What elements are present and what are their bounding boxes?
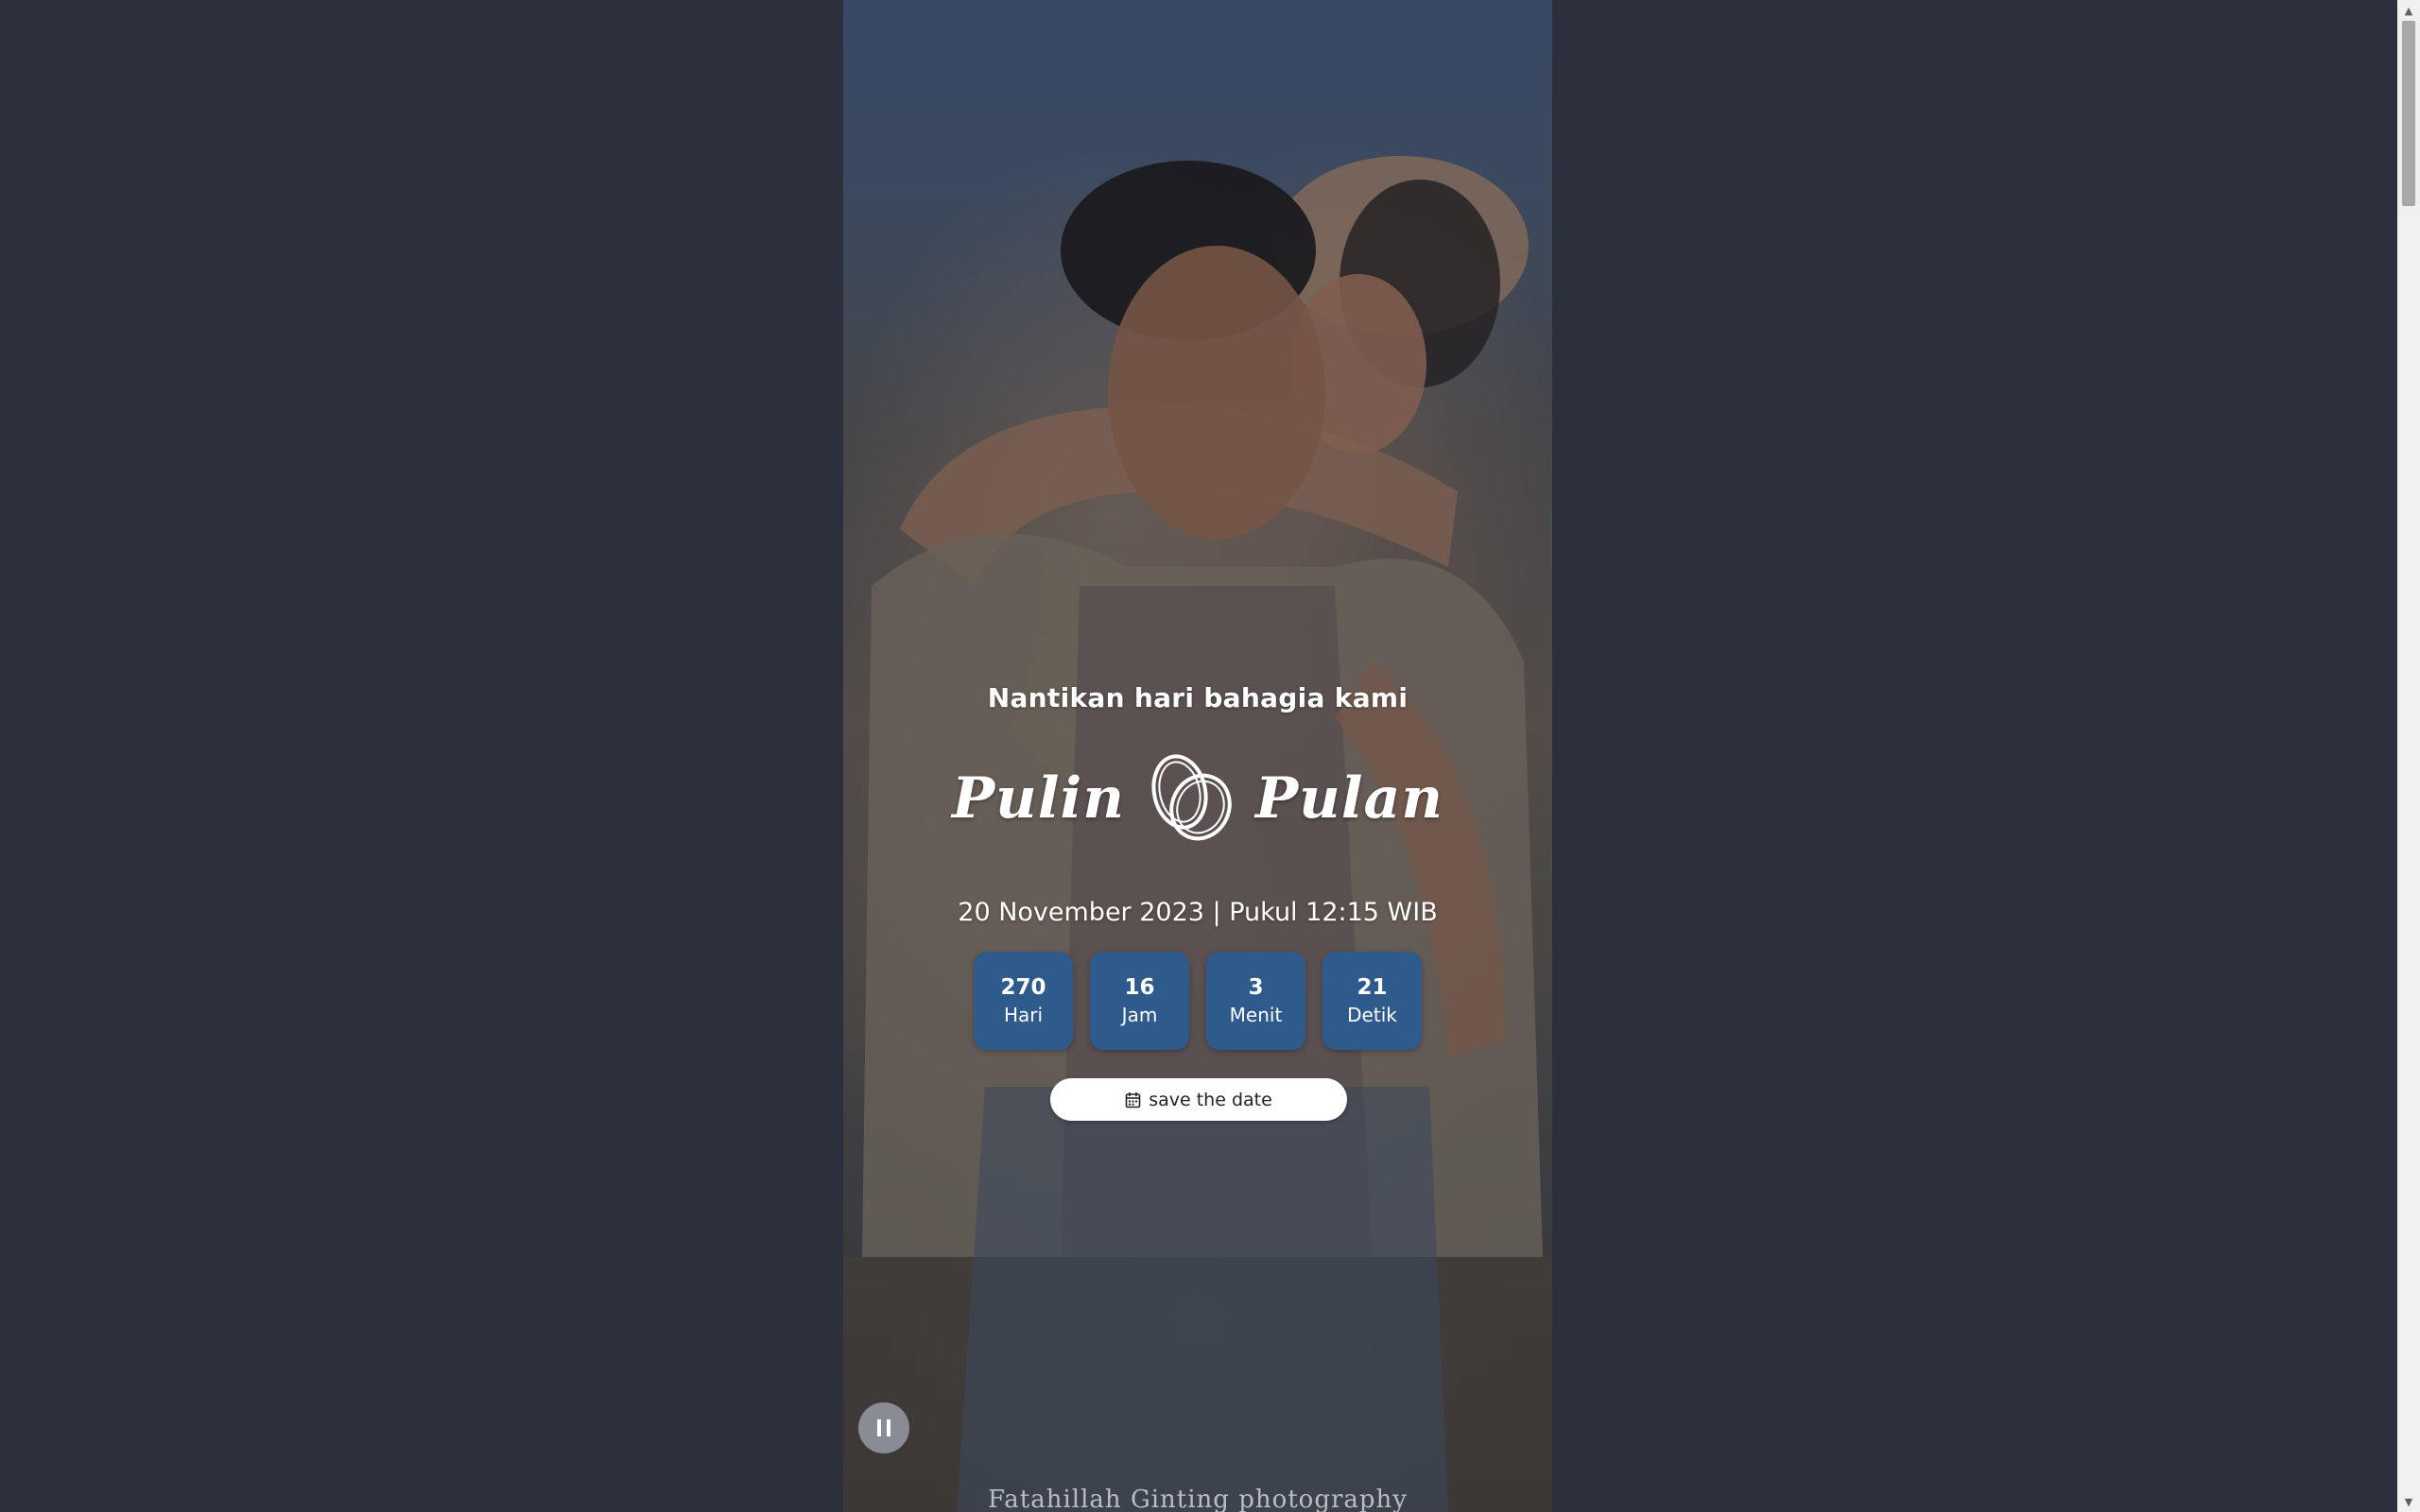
countdown-label: Menit: [1229, 1004, 1283, 1026]
countdown-value: 21: [1357, 975, 1388, 1000]
countdown-value: 3: [1248, 975, 1264, 1000]
tagline: Nantikan hari bahagia kami: [987, 682, 1409, 713]
countdown-value: 270: [1000, 975, 1046, 1000]
countdown-seconds: 21 Detik: [1322, 952, 1422, 1050]
countdown-minutes: 3 Menit: [1206, 952, 1305, 1050]
countdown-hours: 16 Jam: [1090, 952, 1189, 1050]
scrollbar-thumb[interactable]: [2402, 21, 2415, 206]
countdown-label: Jam: [1121, 1004, 1158, 1026]
save-the-date-button[interactable]: save the date: [1050, 1078, 1347, 1121]
save-button-label: save the date: [1149, 1089, 1272, 1110]
invitation-cover: Nantikan hari bahagia kami Pulin Pulan 2…: [843, 0, 1552, 1512]
countdown-days: 270 Hari: [974, 952, 1073, 1050]
countdown: 270 Hari 16 Jam 3 Menit 21 Detik: [843, 952, 1552, 1050]
countdown-value: 16: [1124, 975, 1155, 1000]
couple-names: Pulin Pulan: [843, 747, 1552, 850]
countdown-label: Detik: [1347, 1004, 1397, 1026]
photo-watermark: Fatahillah Ginting photography: [988, 1486, 1408, 1512]
countdown-label: Hari: [1003, 1004, 1044, 1026]
event-date: 20 November 2023 | Pukul 12:15 WIB: [958, 898, 1438, 927]
page-scrollbar[interactable]: ▲ ▼: [2397, 0, 2420, 1512]
bride-name: Pulan: [1254, 765, 1443, 832]
scroll-down-arrow-icon[interactable]: ▼: [2397, 1491, 2420, 1512]
calendar-icon: [1125, 1091, 1141, 1108]
page: Nantikan hari bahagia kami Pulin Pulan 2…: [0, 0, 2420, 1512]
groom-name: Pulin: [952, 765, 1125, 832]
rings-icon: [1151, 754, 1232, 841]
scroll-up-arrow-icon[interactable]: ▲: [2397, 0, 2420, 21]
music-toggle-button[interactable]: [858, 1402, 909, 1453]
pause-icon: [877, 1419, 890, 1436]
